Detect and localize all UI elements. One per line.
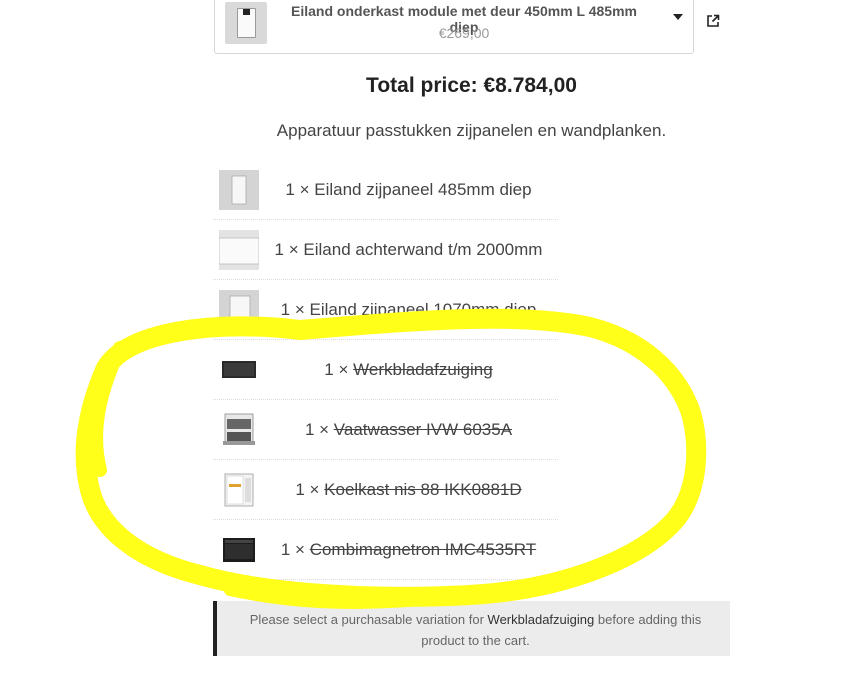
list-item: 1 × Combimagnetron IMC4535RT: [213, 520, 558, 580]
side-panel-thumbnail: [219, 290, 259, 330]
item-name: Werkbladafzuiging: [353, 360, 493, 379]
chevron-down-icon[interactable]: [673, 14, 683, 20]
item-qty: 1 ×: [280, 540, 305, 559]
notice-text-before: Please select a purchasable variation fo…: [249, 612, 484, 627]
list-item: 1 × Eiland zijpaneel 485mm diep: [213, 160, 558, 220]
item-name: Koelkast nis 88 IKK0881D: [324, 480, 522, 499]
section-subtitle: Apparatuur passtukken zijpanelen en wand…: [276, 121, 667, 140]
item-name: Eiland zijpaneel 485mm diep: [314, 180, 532, 199]
item-qty: 1 ×: [274, 240, 299, 259]
bundle-item-list: 1 × Eiland zijpaneel 485mm diep 1 × Eila…: [213, 160, 558, 580]
list-item: 1 × Koelkast nis 88 IKK0881D: [213, 460, 558, 520]
list-item: 1 × Eiland achterwand t/m 2000mm: [213, 220, 558, 280]
external-link-icon[interactable]: [706, 14, 720, 28]
back-panel-thumbnail: [219, 230, 259, 270]
item-name: Vaatwasser IVW 6035A: [333, 420, 513, 439]
product-thumbnail: [225, 2, 267, 44]
selected-product-price: €269,00: [438, 25, 490, 41]
item-qty: 1 ×: [304, 420, 330, 439]
item-qty: 1 ×: [280, 300, 305, 319]
microwave-thumbnail: [223, 538, 255, 562]
list-item: 1 × Vaatwasser IVW 6035A: [213, 400, 558, 460]
notice-product-name: Werkbladafzuiging: [487, 612, 595, 627]
list-item: 1 × Werkbladafzuiging: [213, 340, 558, 400]
side-panel-thumbnail: [219, 170, 259, 210]
item-qty: 1 ×: [324, 360, 349, 379]
downdraft-hob-thumbnail: [222, 361, 256, 378]
total-price: Total price: €8.784,00: [366, 74, 577, 97]
variation-select[interactable]: Eiland onderkast module met deur 450mm L…: [214, 0, 694, 54]
item-qty: 1 ×: [295, 480, 320, 499]
item-name: Combimagnetron IMC4535RT: [309, 540, 537, 559]
item-qty: 1 ×: [285, 180, 310, 199]
item-name: Eiland zijpaneel 1070mm diep: [309, 300, 537, 319]
fridge-thumbnail: [224, 473, 254, 507]
dishwasher-thumbnail: [223, 413, 255, 445]
list-item: 1 × Eiland zijpaneel 1070mm diep: [213, 280, 558, 340]
cart-notice: Please select a purchasable variation fo…: [213, 601, 730, 656]
item-name: Eiland achterwand t/m 2000mm: [303, 240, 543, 259]
